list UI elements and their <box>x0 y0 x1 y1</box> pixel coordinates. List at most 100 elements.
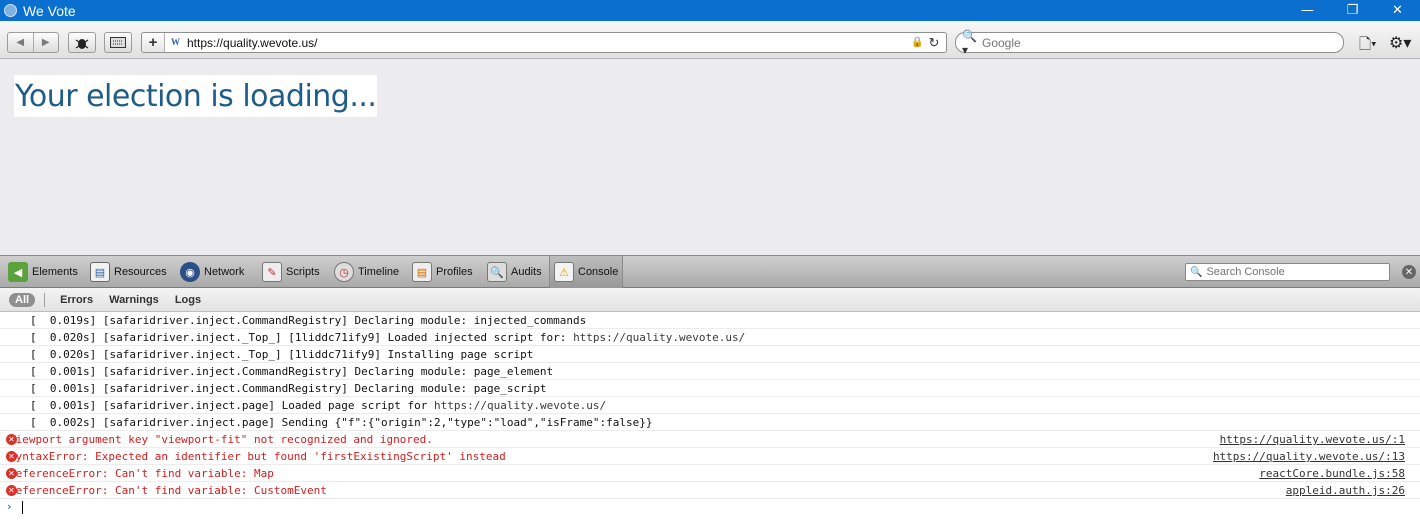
tab-label: Scripts <box>286 266 320 278</box>
console-log-line: [ 0.019s] [safaridriver.inject.CommandRe… <box>0 312 1420 329</box>
close-button[interactable]: ✕ <box>1375 0 1420 21</box>
clear-console-icon[interactable]: ✕ <box>1402 265 1416 279</box>
tab-label: Console <box>578 266 619 278</box>
error-source-link[interactable]: https://quality.wevote.us/:13 <box>1213 450 1405 463</box>
tab-elements[interactable]: ◀ Elements <box>4 256 82 288</box>
tab-label: Elements <box>32 266 78 278</box>
console-log-line: [ 0.002s] [safaridriver.inject.page] Sen… <box>0 414 1420 431</box>
log-text: [ 0.019s] [safaridriver.inject.CommandRe… <box>30 313 587 327</box>
app-icon <box>4 4 17 17</box>
lock-icon: 🔒 <box>911 37 924 48</box>
console-log-line: [ 0.001s] [safaridriver.inject.page] Loa… <box>0 397 1420 414</box>
gear-icon[interactable]: ⚙▾ <box>1389 33 1411 53</box>
url-text[interactable]: https://quality.wevote.us/ <box>187 36 911 50</box>
resources-icon: ▤ <box>90 262 110 282</box>
filter-warnings-button[interactable]: Warnings <box>109 294 159 306</box>
log-text: [ 0.001s] [safaridriver.inject.CommandRe… <box>30 381 547 395</box>
log-text: [ 0.001s] [safaridriver.inject.CommandRe… <box>30 364 554 378</box>
filter-errors-button[interactable]: Errors <box>60 294 93 306</box>
log-text: [ 0.020s] [safaridriver.inject._Top_] [1… <box>30 347 534 361</box>
tab-network[interactable]: ◉ Network <box>176 256 248 288</box>
keyboard-button[interactable] <box>104 32 132 53</box>
tab-label: Audits <box>511 266 542 278</box>
loading-message: Your election is loading... <box>14 75 378 117</box>
search-icon: 🔍▾ <box>962 28 977 57</box>
tab-label: Network <box>204 266 245 278</box>
page-menu-icon[interactable]: 🗋▾ <box>1359 34 1377 59</box>
error-icon: ✕ <box>6 451 17 462</box>
search-icon: 🔍 <box>1190 266 1203 278</box>
console-log-line: [ 0.001s] [safaridriver.inject.CommandRe… <box>0 363 1420 380</box>
console-error-line: ✕ ReferenceError: Can't find variable: M… <box>0 465 1420 482</box>
error-icon: ✕ <box>6 485 17 496</box>
console-output: [ 0.019s] [safaridriver.inject.CommandRe… <box>0 312 1420 532</box>
console-error-line: ✕ SyntaxError: Expected an identifier bu… <box>0 448 1420 465</box>
restore-button[interactable]: ❐ <box>1330 0 1375 21</box>
site-favicon-icon: W <box>171 37 180 47</box>
console-filter-bar: All Errors Warnings Logs <box>0 288 1420 312</box>
log-text: [ 0.002s] [safaridriver.inject.page] Sen… <box>30 415 653 429</box>
filter-divider <box>44 292 46 307</box>
back-arrow-icon: ◀ <box>16 37 25 48</box>
console-error-line: ✕ Viewport argument key "viewport-fit" n… <box>0 431 1420 448</box>
tab-console[interactable]: ⚠ Console <box>549 256 624 288</box>
error-source-link[interactable]: reactCore.bundle.js:58 <box>1259 467 1405 480</box>
keyboard-icon <box>110 37 126 48</box>
console-search-input[interactable] <box>1206 266 1387 278</box>
browser-toolbar: ◀ ▶ + W https://quality.wevote.us/ 🔒 ↻ 🔍… <box>0 21 1420 59</box>
log-text: [ 0.020s] [safaridriver.inject._Top_] [1… <box>30 330 574 344</box>
window-titlebar: We Vote — ❐ ✕ <box>0 0 1420 21</box>
search-input[interactable] <box>982 35 1322 50</box>
back-button[interactable]: ◀ <box>8 33 34 52</box>
window-controls: — ❐ ✕ <box>1285 0 1420 21</box>
console-log-line: [ 0.020s] [safaridriver.inject._Top_] [1… <box>0 329 1420 346</box>
network-icon: ◉ <box>180 262 200 282</box>
audits-icon: 🔍 <box>487 262 507 282</box>
forward-button[interactable]: ▶ <box>34 33 59 52</box>
minimize-button[interactable]: — <box>1285 0 1330 21</box>
bug-icon <box>75 38 89 49</box>
log-link[interactable]: https://quality.wevote.us/ <box>434 399 606 412</box>
window-title: We Vote <box>23 2 76 19</box>
tab-scripts[interactable]: ✎ Scripts <box>258 256 324 288</box>
develop-bug-button[interactable] <box>68 32 96 53</box>
log-text: [ 0.001s] [safaridriver.inject.page] Loa… <box>30 398 434 412</box>
text-caret <box>22 501 23 514</box>
console-icon: ⚠ <box>554 262 574 282</box>
error-text: ReferenceError: Can't find variable: Map <box>9 466 274 480</box>
error-icon: ✕ <box>6 434 17 445</box>
timeline-icon: ◷ <box>334 262 354 282</box>
nav-buttons: ◀ ▶ <box>7 32 59 53</box>
console-log-line: [ 0.001s] [safaridriver.inject.CommandRe… <box>0 380 1420 397</box>
tab-label: Profiles <box>436 266 473 278</box>
error-text: ReferenceError: Can't find variable: Cus… <box>9 483 327 497</box>
web-inspector-toolbar: ◀ Elements ▤ Resources ◉ Network ✎ Scrip… <box>0 255 1420 288</box>
tab-timeline[interactable]: ◷ Timeline <box>330 256 403 288</box>
error-text: Viewport argument key "viewport-fit" not… <box>9 432 433 446</box>
console-prompt[interactable]: › <box>0 499 1420 516</box>
reload-icon[interactable]: ↻ <box>927 35 941 51</box>
console-search-field[interactable]: 🔍 <box>1185 263 1390 281</box>
filter-logs-button[interactable]: Logs <box>175 294 201 306</box>
web-page: Your election is loading... <box>0 59 1420 255</box>
profiles-icon: ▤ <box>412 262 432 282</box>
log-link[interactable]: https://quality.wevote.us/ <box>573 331 745 344</box>
tab-label: Timeline <box>358 266 400 278</box>
forward-arrow-icon: ▶ <box>41 37 50 48</box>
error-source-link[interactable]: appleid.auth.js:26 <box>1286 484 1405 497</box>
search-field[interactable]: 🔍▾ <box>955 29 1344 57</box>
error-source-link[interactable]: https://quality.wevote.us/:1 <box>1220 433 1405 446</box>
console-log-line: [ 0.020s] [safaridriver.inject._Top_] [1… <box>0 346 1420 363</box>
add-bookmark-button[interactable]: + <box>142 33 165 52</box>
tab-audits[interactable]: 🔍 Audits <box>483 256 546 288</box>
scripts-icon: ✎ <box>262 262 282 282</box>
tab-profiles[interactable]: ▤ Profiles <box>408 256 477 288</box>
elements-icon: ◀ <box>8 262 28 282</box>
error-text: SyntaxError: Expected an identifier but … <box>9 449 506 463</box>
console-error-line: ✕ ReferenceError: Can't find variable: C… <box>0 482 1420 499</box>
error-icon: ✕ <box>6 468 17 479</box>
filter-all-button[interactable]: All <box>9 292 36 307</box>
tab-label: Resources <box>114 266 167 278</box>
address-bar[interactable]: + W https://quality.wevote.us/ 🔒 ↻ <box>141 32 947 53</box>
tab-resources[interactable]: ▤ Resources <box>86 256 171 288</box>
